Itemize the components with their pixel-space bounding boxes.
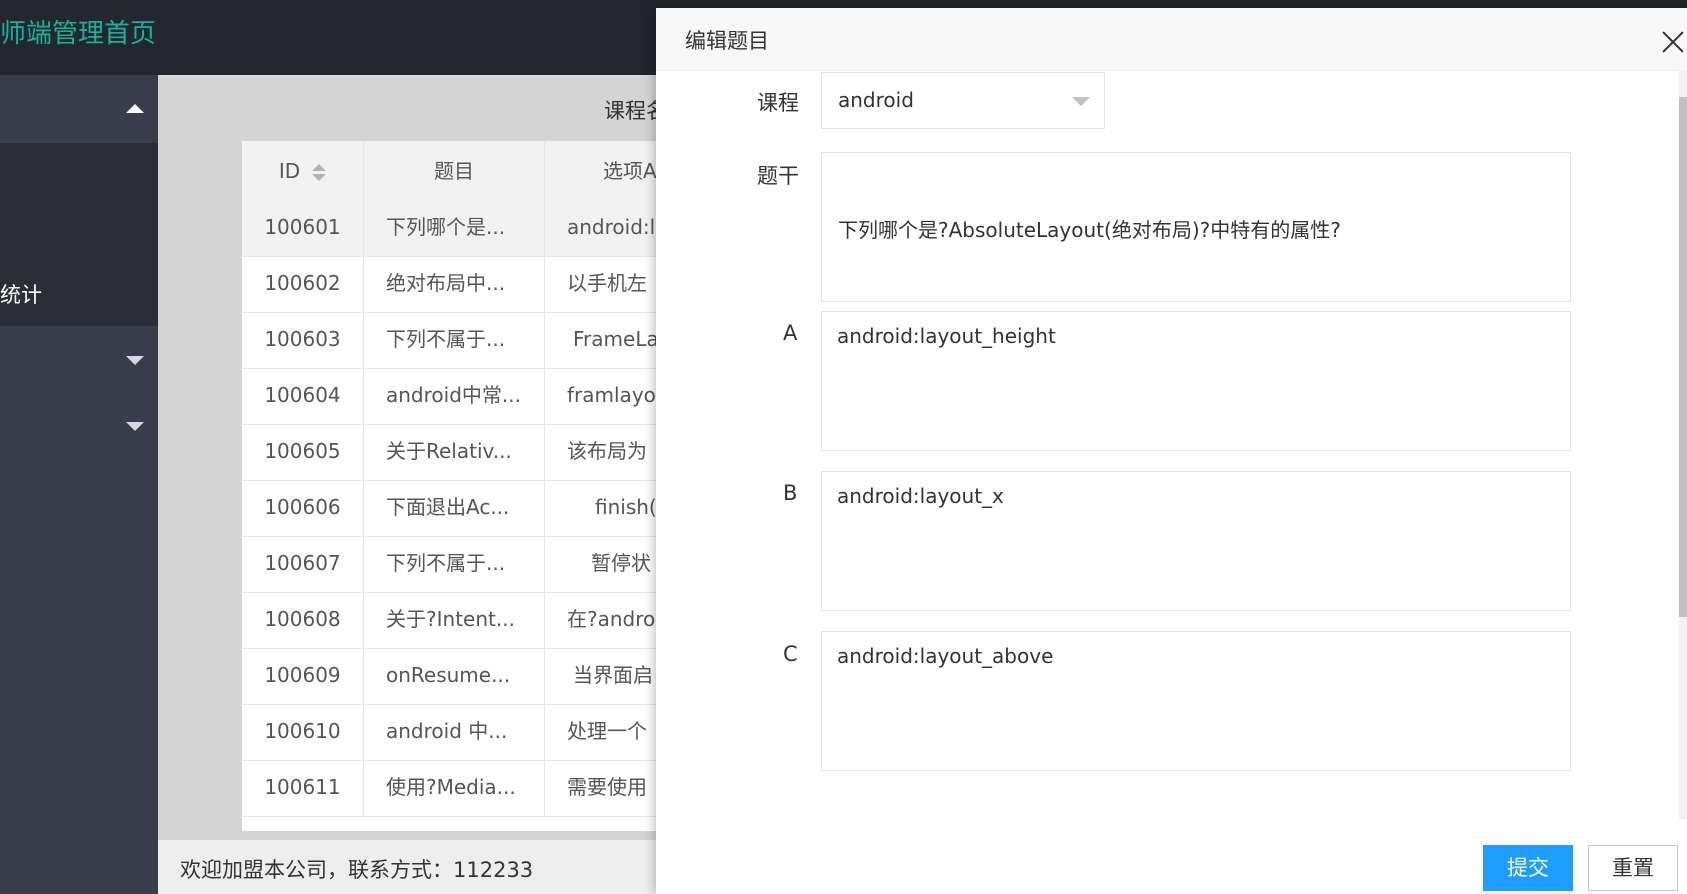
cell-question: 下列不属于... bbox=[364, 533, 545, 593]
course-select[interactable]: android bbox=[821, 72, 1105, 129]
column-header-question: 题目 bbox=[364, 141, 545, 201]
cell-id: 100601 bbox=[242, 197, 364, 257]
course-select-value: android bbox=[838, 88, 914, 112]
edit-question-modal: 编辑题目 课程 android 题干 下列哪个是?AbsoluteLayout(… bbox=[656, 8, 1687, 894]
chevron-down-icon bbox=[126, 356, 144, 365]
submit-button[interactable]: 提交 bbox=[1483, 845, 1573, 891]
cell-id: 100611 bbox=[242, 757, 364, 817]
cell-question: 关于Relativ... bbox=[364, 421, 545, 481]
sidebar-group-1[interactable] bbox=[0, 75, 158, 143]
sidebar-group-2[interactable] bbox=[0, 326, 158, 392]
cell-question: android 中... bbox=[364, 701, 545, 761]
cell-question: onResume... bbox=[364, 645, 545, 705]
scrollbar-thumb[interactable] bbox=[1679, 97, 1687, 617]
modal-body: 课程 android 题干 下列哪个是?AbsoluteLayout(绝对布局)… bbox=[656, 71, 1687, 819]
stem-textarea[interactable]: 下列哪个是?AbsoluteLayout(绝对布局)?中特有的属性? bbox=[821, 152, 1571, 302]
chevron-up-icon bbox=[126, 104, 144, 113]
app-title: 师端管理首页 bbox=[0, 19, 157, 49]
option-c-text: android:layout_above bbox=[837, 644, 1054, 668]
cell-question: 关于?Intent... bbox=[364, 589, 545, 649]
cell-question: android中常... bbox=[364, 365, 545, 425]
option-a-textarea[interactable]: android:layout_height bbox=[821, 311, 1571, 451]
reset-button[interactable]: 重置 bbox=[1588, 845, 1678, 891]
chevron-down-icon bbox=[126, 422, 144, 431]
modal-header: 编辑题目 bbox=[656, 8, 1687, 71]
cell-id: 100606 bbox=[242, 477, 364, 537]
cell-id: 100602 bbox=[242, 253, 364, 313]
cell-id: 100607 bbox=[242, 533, 364, 593]
stem-text: 下列哪个是?AbsoluteLayout(绝对布局)?中特有的属性? bbox=[838, 218, 1341, 242]
cell-question: 下面退出Ac... bbox=[364, 477, 545, 537]
cell-id: 100603 bbox=[242, 309, 364, 369]
stem-label: 题干 bbox=[757, 164, 799, 188]
cell-question: 下列不属于... bbox=[364, 309, 545, 369]
chevron-down-icon bbox=[1072, 97, 1090, 106]
cell-question: 使用?Media... bbox=[364, 757, 545, 817]
cell-id: 100604 bbox=[242, 365, 364, 425]
sidebar-group-3[interactable] bbox=[0, 392, 158, 458]
modal-footer: 提交 重置 bbox=[656, 819, 1687, 894]
option-c-textarea[interactable]: android:layout_above bbox=[821, 631, 1571, 771]
close-icon[interactable] bbox=[1659, 28, 1687, 56]
option-a-text: android:layout_height bbox=[837, 324, 1056, 348]
course-label: 课程 bbox=[757, 91, 799, 115]
sidebar-submenu: 统计 bbox=[0, 143, 158, 326]
option-b-text: android:layout_x bbox=[837, 484, 1004, 508]
cell-id: 100609 bbox=[242, 645, 364, 705]
cell-id: 100608 bbox=[242, 589, 364, 649]
cell-question: 绝对布局中... bbox=[364, 253, 545, 313]
option-b-label: B bbox=[783, 481, 798, 505]
option-a-label: A bbox=[783, 321, 798, 345]
cell-id: 100605 bbox=[242, 421, 364, 481]
cell-id: 100610 bbox=[242, 701, 364, 761]
column-header-id[interactable]: ID bbox=[242, 141, 364, 201]
option-b-textarea[interactable]: android:layout_x bbox=[821, 471, 1571, 611]
sort-icon[interactable] bbox=[312, 163, 327, 182]
footer-text: 欢迎加盟本公司，联系方式：112233 bbox=[180, 858, 534, 882]
sidebar-item-statistics[interactable]: 统计 bbox=[0, 279, 42, 309]
modal-scrollbar[interactable] bbox=[1679, 71, 1687, 819]
cell-question: 下列哪个是... bbox=[364, 197, 545, 257]
sidebar: 统计 bbox=[0, 75, 158, 894]
modal-title: 编辑题目 bbox=[685, 29, 769, 53]
option-c-label: C bbox=[783, 642, 798, 666]
